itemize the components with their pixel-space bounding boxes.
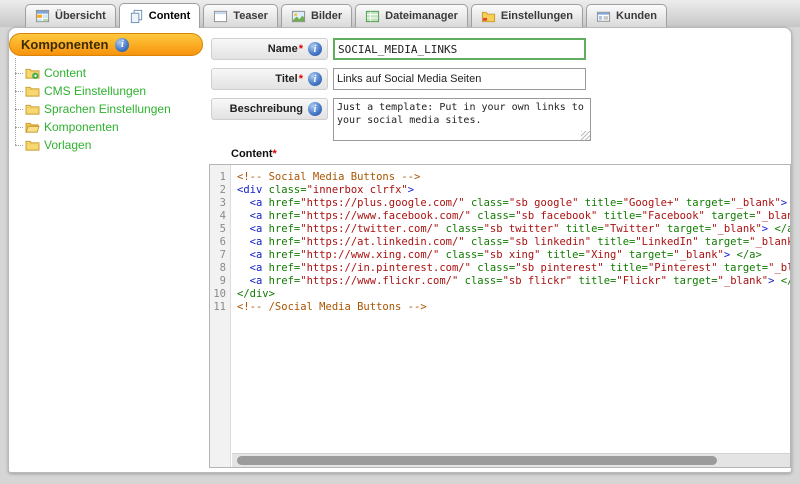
tab-label: Bilder — [311, 10, 342, 22]
line-number: 8 — [210, 262, 230, 275]
required-asterisk: * — [299, 43, 303, 55]
code-line: <a href="https://www.facebook.com/" clas… — [237, 210, 790, 223]
tab-label: Einstellungen — [501, 10, 573, 22]
tab-label: Dateimanager — [385, 10, 458, 22]
line-number: 3 — [210, 197, 230, 210]
name-input[interactable] — [333, 38, 586, 60]
folder-go-icon — [25, 67, 40, 80]
content-field-label: Content* — [231, 148, 277, 160]
name-label: Name* i — [211, 38, 328, 60]
folder-icon — [25, 85, 40, 98]
line-number: 6 — [210, 236, 230, 249]
tree-item-label: Vorlagen — [44, 138, 91, 152]
code-line: <a href="https://twitter.com/" class="sb… — [237, 223, 790, 236]
beschreibung-label: Beschreibung i — [211, 98, 328, 120]
folder-open-icon — [25, 121, 40, 134]
titel-label: Titel* i — [211, 68, 328, 90]
components-panel-title: Komponenten — [21, 37, 108, 52]
code-line: <a href="https://www.flickr.com/" class=… — [237, 275, 790, 288]
folder-icon — [25, 103, 40, 116]
tree-item-cms-einstellungen[interactable]: CMS Einstellungen — [15, 82, 171, 100]
tab-bilder[interactable]: Bilder — [281, 4, 352, 27]
code-line: <!-- Social Media Buttons --> — [237, 171, 790, 184]
code-editor[interactable]: 1234567891011 <!-- Social Media Buttons … — [209, 164, 791, 468]
tab-label: Teaser — [233, 10, 268, 22]
info-icon[interactable]: i — [308, 102, 322, 116]
scrollbar-thumb[interactable] — [237, 456, 717, 465]
component-tree: Content CMS Einstellungen Sprachen Einst… — [15, 64, 171, 154]
tab-teaser[interactable]: Teaser — [203, 4, 278, 27]
code-line: <a href="http://www.xing.com/" class="sb… — [237, 249, 790, 262]
folder-icon — [25, 139, 40, 152]
window-icon — [213, 9, 228, 24]
content-panel: Komponenten i Content CMS Einstellungen … — [8, 27, 792, 473]
tab-content[interactable]: Content — [119, 3, 201, 28]
horizontal-scrollbar[interactable] — [232, 453, 790, 467]
tab-label: Kunden — [616, 10, 657, 22]
beschreibung-label-text: Beschreibung — [230, 103, 303, 115]
tree-item-content[interactable]: Content — [15, 64, 171, 82]
tab-uebersicht[interactable]: Übersicht — [25, 4, 116, 27]
titel-input[interactable] — [333, 68, 586, 90]
line-number: 11 — [210, 301, 230, 314]
line-number: 10 — [210, 288, 230, 301]
required-asterisk: * — [273, 148, 277, 160]
tab-label: Content — [149, 10, 191, 22]
info-icon[interactable]: i — [308, 72, 322, 86]
tree-item-vorlagen[interactable]: Vorlagen — [15, 136, 171, 154]
tab-kunden[interactable]: Kunden — [586, 4, 667, 27]
info-icon[interactable]: i — [115, 38, 129, 52]
code-lines[interactable]: <!-- Social Media Buttons --><div class=… — [232, 165, 790, 453]
green-table-icon — [365, 9, 380, 24]
name-label-text: Name — [268, 43, 298, 55]
picture-icon — [291, 9, 306, 24]
vcard-icon — [596, 9, 611, 24]
tree-item-komponenten[interactable]: Komponenten — [15, 118, 171, 136]
code-line: <a href="https://at.linkedin.com/" class… — [237, 236, 790, 249]
tree-item-label: CMS Einstellungen — [44, 84, 146, 98]
components-panel-header: Komponenten i — [9, 33, 203, 56]
tree-item-sprachen-einstellungen[interactable]: Sprachen Einstellungen — [15, 100, 171, 118]
line-number: 1 — [210, 171, 230, 184]
folder-tools-icon — [481, 9, 496, 24]
tree-item-label: Sprachen Einstellungen — [44, 102, 171, 116]
info-icon[interactable]: i — [308, 42, 322, 56]
line-number: 2 — [210, 184, 230, 197]
line-number-gutter: 1234567891011 — [210, 165, 231, 467]
tab-dateimanager[interactable]: Dateimanager — [355, 4, 468, 27]
tab-einstellungen[interactable]: Einstellungen — [471, 4, 583, 27]
tree-item-label: Content — [44, 66, 86, 80]
titel-label-text: Titel — [275, 73, 297, 85]
code-line: <!-- /Social Media Buttons --> — [237, 301, 790, 314]
line-number: 7 — [210, 249, 230, 262]
tree-item-label: Komponenten — [44, 120, 119, 134]
copy-pages-icon — [129, 9, 144, 24]
tab-label: Übersicht — [55, 10, 106, 22]
line-number: 5 — [210, 223, 230, 236]
line-number: 9 — [210, 275, 230, 288]
beschreibung-textarea[interactable]: Just a template: Put in your own links t… — [333, 98, 591, 141]
line-number: 4 — [210, 210, 230, 223]
code-line: <div class="innerbox clrfx"> — [237, 184, 790, 197]
textarea-resize-grip[interactable] — [581, 131, 590, 140]
overview-grid-icon — [35, 9, 50, 24]
code-line: <a href="https://in.pinterest.com/" clas… — [237, 262, 790, 275]
required-asterisk: * — [299, 73, 303, 85]
code-line: </div> — [237, 288, 790, 301]
content-label-text: Content — [231, 148, 273, 160]
tab-bar: Übersicht Content Teaser Bilder Dateiman… — [25, 3, 670, 27]
code-line: <a href="https://plus.google.com/" class… — [237, 197, 790, 210]
